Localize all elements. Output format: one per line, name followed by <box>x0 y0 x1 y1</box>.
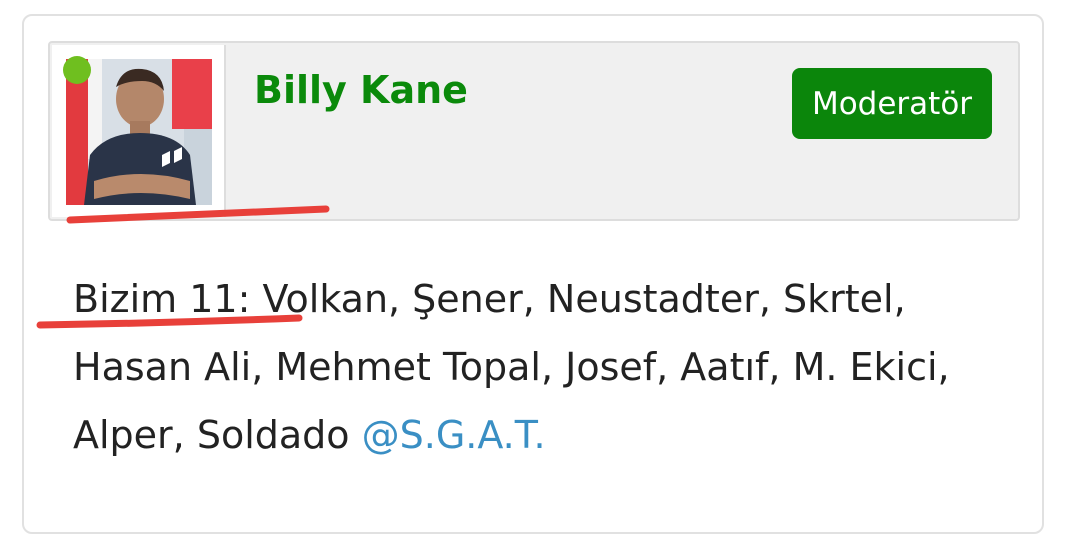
online-status-indicator <box>63 56 91 84</box>
mention-link[interactable]: @S.G.A.T. <box>362 413 546 457</box>
post-body: Bizim 11: Volkan, Şener, Neustadter, Skr… <box>73 265 1003 469</box>
avatar[interactable] <box>66 59 212 205</box>
avatar-photo <box>66 59 212 205</box>
username-link[interactable]: Billy Kane <box>254 68 468 112</box>
role-badge: Moderatör <box>792 68 992 139</box>
